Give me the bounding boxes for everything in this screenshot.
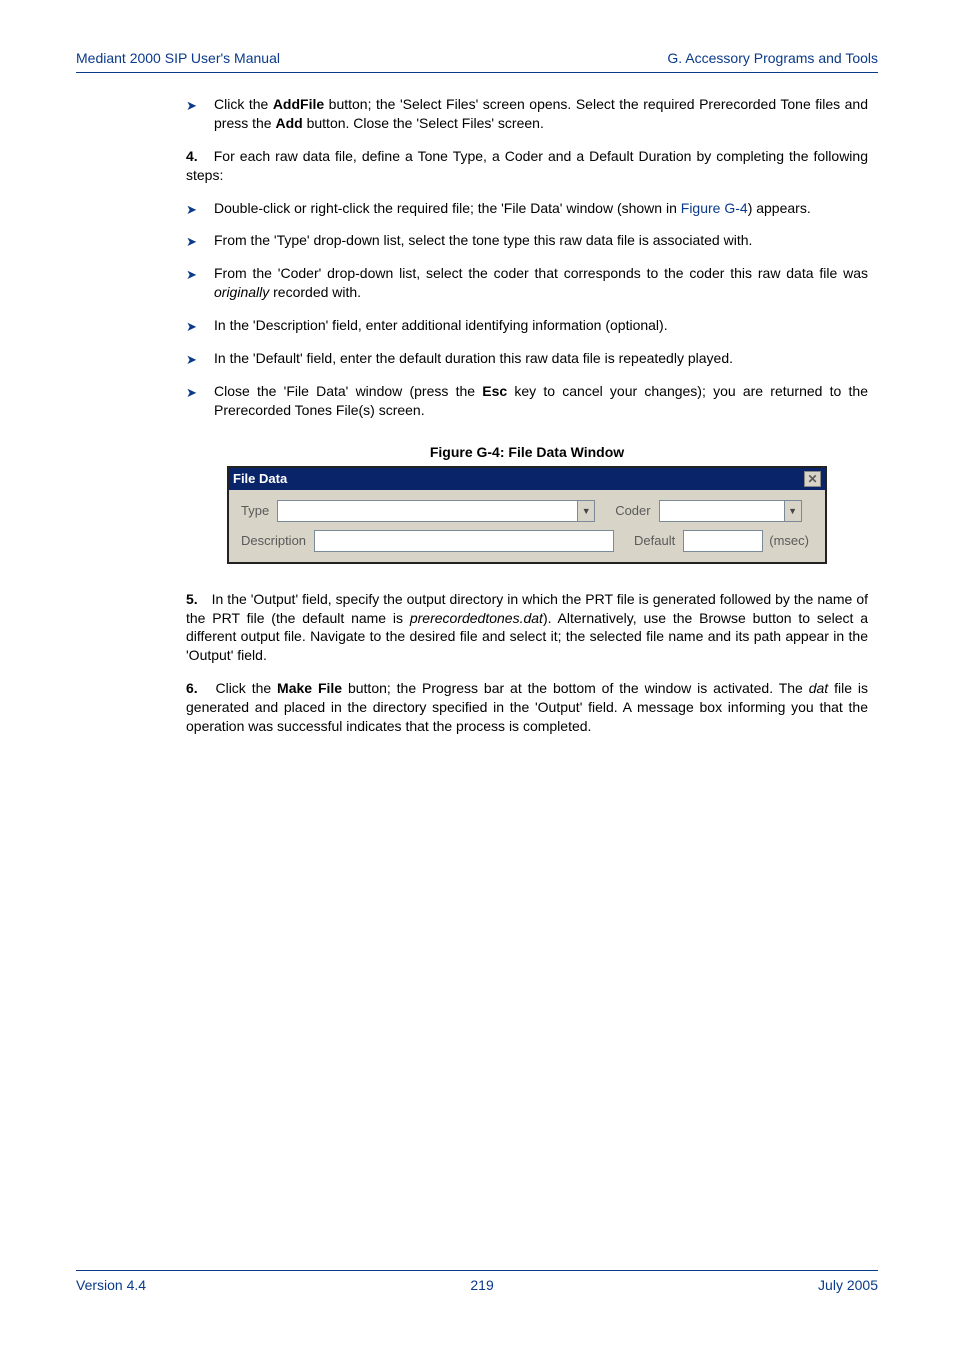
text: Click the — [214, 96, 273, 112]
text: From the 'Coder' drop-down list, select … — [214, 265, 868, 281]
top-bullet-list: ➤ Click the AddFile button; the 'Select … — [186, 95, 868, 133]
step5-para: 5. In the 'Output' field, specify the ou… — [186, 590, 868, 666]
window-titlebar: File Data ✕ — [229, 468, 825, 490]
description-input[interactable] — [314, 530, 614, 552]
step4-text: For each raw data file, define a Tone Ty… — [186, 148, 868, 183]
footer-right: July 2005 — [818, 1277, 878, 1293]
chevron-down-icon[interactable]: ▼ — [784, 500, 802, 522]
label-type: Type — [241, 503, 269, 518]
label-description: Description — [241, 533, 306, 548]
triangle-icon: ➤ — [186, 201, 197, 219]
sub-bullet-6: ➤ Close the 'File Data' window (press th… — [186, 382, 868, 420]
bullet-addfile: ➤ Click the AddFile button; the 'Select … — [186, 95, 868, 133]
triangle-icon: ➤ — [186, 233, 197, 251]
triangle-icon: ➤ — [186, 384, 197, 402]
content: ➤ Click the AddFile button; the 'Select … — [76, 95, 878, 736]
button-name-add: Add — [275, 115, 302, 131]
step6-para: 6. Click the Make File button; the Progr… — [186, 679, 868, 736]
text: Click the — [215, 680, 277, 696]
window-body: Type ▼ Coder ▼ Description Default (msec… — [229, 490, 825, 562]
sub-bullet-2: ➤ From the 'Type' drop-down list, select… — [186, 231, 868, 250]
row-desc-default: Description Default (msec) — [241, 530, 813, 552]
figure-file-data-window: File Data ✕ Type ▼ Coder ▼ Description — [227, 466, 827, 564]
key-esc: Esc — [482, 383, 507, 399]
header-rule — [76, 72, 878, 73]
text: recorded with. — [269, 284, 361, 300]
sub-bullet-list: ➤ Double-click or right-click the requir… — [186, 199, 868, 420]
emph-originally: originally — [214, 284, 269, 300]
label-default: Default — [634, 533, 675, 548]
text: Close the 'File Data' window (press the — [214, 383, 482, 399]
page-header: Mediant 2000 SIP User's Manual G. Access… — [76, 50, 878, 66]
triangle-icon: ➤ — [186, 318, 197, 336]
close-icon[interactable]: ✕ — [804, 471, 821, 487]
sub-bullet-4: ➤ In the 'Description' field, enter addi… — [186, 316, 868, 335]
text: Double-click or right-click the required… — [214, 200, 681, 216]
label-msec: (msec) — [769, 533, 809, 548]
header-left: Mediant 2000 SIP User's Manual — [76, 50, 280, 66]
sub-bullet-5: ➤ In the 'Default' field, enter the defa… — [186, 349, 868, 368]
text: In the 'Default' field, enter the defaul… — [214, 350, 733, 366]
button-name-addfile: AddFile — [273, 96, 324, 112]
text: button. Close the 'Select Files' screen. — [303, 115, 544, 131]
button-name-makefile: Make File — [277, 680, 342, 696]
emph-filename: prerecordedtones.dat — [410, 610, 543, 626]
triangle-icon: ➤ — [186, 266, 197, 284]
figure-caption: Figure G-4: File Data Window — [186, 444, 868, 460]
step4-para: 4. For each raw data file, define a Tone… — [186, 147, 868, 185]
text: button; the Progress bar at the bottom o… — [342, 680, 809, 696]
label-coder: Coder — [615, 503, 650, 518]
default-input[interactable] — [683, 530, 763, 552]
page: Mediant 2000 SIP User's Manual G. Access… — [0, 0, 954, 1351]
chevron-down-icon[interactable]: ▼ — [577, 500, 595, 522]
emph-dat: dat — [809, 680, 828, 696]
figure-ref-link[interactable]: Figure G-4 — [681, 200, 748, 216]
page-footer: Version 4.4 219 July 2005 — [76, 1270, 878, 1293]
footer-left: Version 4.4 — [76, 1277, 146, 1293]
triangle-icon: ➤ — [186, 97, 197, 115]
footer-center: 219 — [470, 1277, 493, 1293]
text: From the 'Type' drop-down list, select t… — [214, 232, 752, 248]
header-right: G. Accessory Programs and Tools — [667, 50, 878, 66]
step5-label: 5. — [186, 591, 198, 607]
step4-label: 4. — [186, 148, 198, 164]
step6-label: 6. — [186, 680, 198, 696]
type-dropdown[interactable] — [277, 500, 577, 522]
sub-bullet-3: ➤ From the 'Coder' drop-down list, selec… — [186, 264, 868, 302]
text: In the 'Description' field, enter additi… — [214, 317, 668, 333]
triangle-icon: ➤ — [186, 351, 197, 369]
coder-dropdown[interactable] — [659, 500, 784, 522]
footer-row: Version 4.4 219 July 2005 — [76, 1277, 878, 1293]
row-type-coder: Type ▼ Coder ▼ — [241, 500, 813, 522]
footer-rule — [76, 1270, 878, 1271]
sub-bullet-1: ➤ Double-click or right-click the requir… — [186, 199, 868, 218]
window-title: File Data — [233, 471, 287, 486]
text: ) appears. — [748, 200, 811, 216]
